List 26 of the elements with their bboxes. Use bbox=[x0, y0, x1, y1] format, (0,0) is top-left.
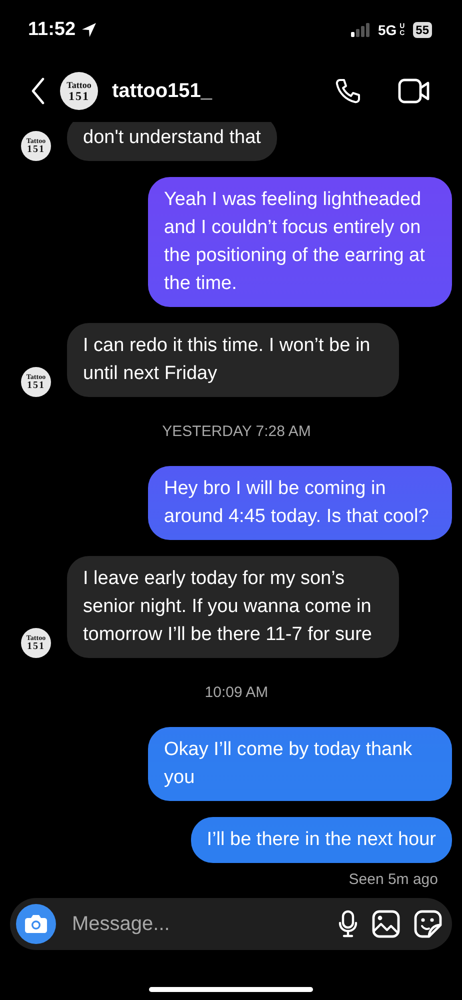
sent-message: Okay I’ll come by today thank you bbox=[148, 727, 452, 801]
received-message: I leave early today for my son’s senior night. If you wanna come in tomorrow I’ll be there 11-7 for sure bbox=[67, 556, 399, 658]
composer-bar[interactable]: Message... bbox=[10, 898, 452, 950]
sent-message: Hey bro I will be coming in around 4:45 today. Is that cool? bbox=[148, 466, 452, 540]
message-field[interactable]: Message... bbox=[70, 912, 324, 936]
clock-time: 11:52 bbox=[28, 19, 76, 41]
received-message: I can redo it this time. I won’t be in until next Friday bbox=[67, 323, 399, 397]
back-icon[interactable] bbox=[30, 77, 46, 105]
username[interactable]: tattoo151_ bbox=[112, 80, 212, 102]
seen-status: Seen 5m ago bbox=[348, 871, 439, 888]
network-label: 5G bbox=[378, 22, 397, 38]
sent-message: I’ll be there in the next hour bbox=[190, 817, 452, 863]
location-arrow-icon bbox=[80, 22, 97, 38]
battery-level: 55 bbox=[412, 22, 432, 38]
timestamp: YESTERDAY 7:28 AM bbox=[161, 423, 312, 440]
video-camera-icon[interactable] bbox=[398, 78, 430, 104]
signal-icon bbox=[350, 23, 371, 37]
received-message: don't understand that bbox=[67, 122, 277, 161]
microphone-icon[interactable] bbox=[338, 910, 358, 938]
camera-icon[interactable] bbox=[16, 904, 56, 944]
sticker-icon[interactable] bbox=[414, 910, 442, 938]
timestamp: 10:09 AM bbox=[204, 684, 270, 701]
profile-avatar[interactable]: Tattoo 151 bbox=[60, 72, 98, 110]
sent-message: Yeah I was feeling lightheaded and I couldn’t focus entirely on the positioning of the earring at the time. bbox=[148, 177, 452, 307]
image-icon[interactable] bbox=[372, 910, 400, 938]
phone-icon[interactable] bbox=[334, 77, 362, 105]
